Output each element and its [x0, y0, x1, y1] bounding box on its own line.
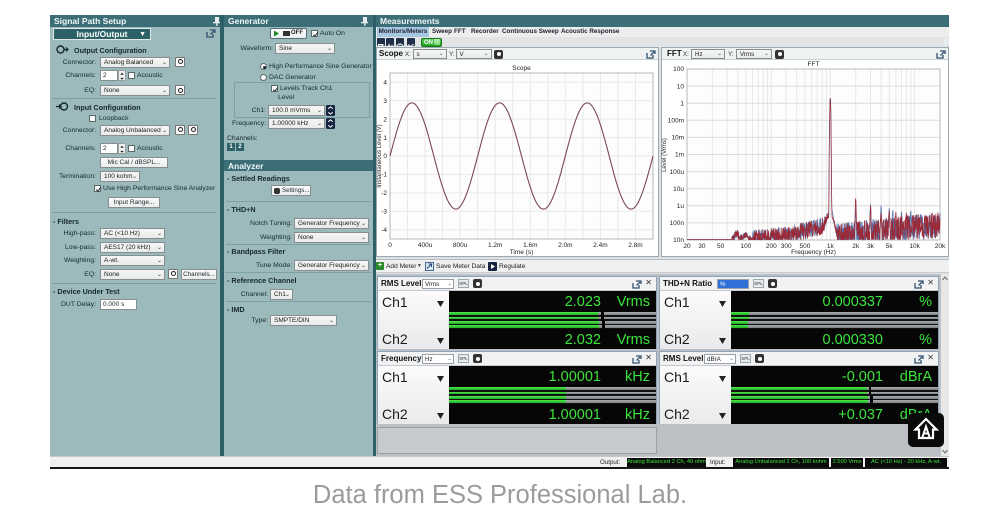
svg-text:Instantaneous Level (V): Instantaneous Level (V): [377, 124, 383, 187]
svg-text:2.0m: 2.0m: [558, 242, 572, 249]
svg-text:1.2m: 1.2m: [488, 242, 502, 249]
svg-text:800u: 800u: [453, 242, 468, 249]
svg-text:400u: 400u: [418, 242, 433, 249]
svg-text:200: 200: [766, 243, 777, 250]
svg-text:100: 100: [740, 243, 751, 250]
svg-text:2.4m: 2.4m: [593, 242, 607, 249]
svg-text:2.8m: 2.8m: [628, 242, 642, 249]
svg-text:Level (Vrms): Level (Vrms): [662, 138, 668, 172]
svg-text:-4: -4: [381, 227, 387, 234]
svg-text:10m: 10m: [671, 135, 684, 142]
svg-text:-2: -2: [381, 190, 387, 197]
svg-text:100n: 100n: [670, 220, 685, 227]
svg-text:FFT: FFT: [808, 61, 820, 68]
svg-text:-3: -3: [381, 209, 387, 216]
svg-text:100m: 100m: [668, 118, 684, 125]
svg-text:2k: 2k: [852, 243, 860, 250]
svg-text:Time (s): Time (s): [510, 249, 534, 256]
svg-text:1: 1: [680, 100, 684, 107]
svg-text:Frequency (Hz): Frequency (Hz): [791, 249, 836, 256]
svg-text:0: 0: [388, 242, 392, 249]
svg-text:Scope: Scope: [512, 65, 531, 72]
svg-text:20k: 20k: [935, 243, 946, 250]
svg-text:10u: 10u: [673, 186, 684, 193]
svg-text:10k: 10k: [909, 243, 920, 250]
svg-text:10n: 10n: [673, 237, 684, 244]
svg-text:1u: 1u: [677, 203, 685, 210]
svg-text:3: 3: [383, 98, 387, 105]
svg-text:20: 20: [683, 243, 691, 250]
svg-text:30: 30: [698, 243, 706, 250]
svg-text:1.6m: 1.6m: [523, 242, 537, 249]
svg-text:50: 50: [717, 243, 725, 250]
svg-text:4: 4: [383, 79, 387, 86]
svg-text:1m: 1m: [675, 152, 684, 159]
svg-text:2: 2: [383, 116, 387, 123]
svg-text:1: 1: [383, 135, 387, 142]
svg-text:0: 0: [383, 153, 387, 160]
svg-text:3k: 3k: [867, 243, 875, 250]
svg-text:5k: 5k: [886, 243, 894, 250]
svg-text:100u: 100u: [670, 169, 685, 176]
svg-text:10: 10: [677, 83, 685, 90]
svg-text:100: 100: [673, 66, 684, 73]
